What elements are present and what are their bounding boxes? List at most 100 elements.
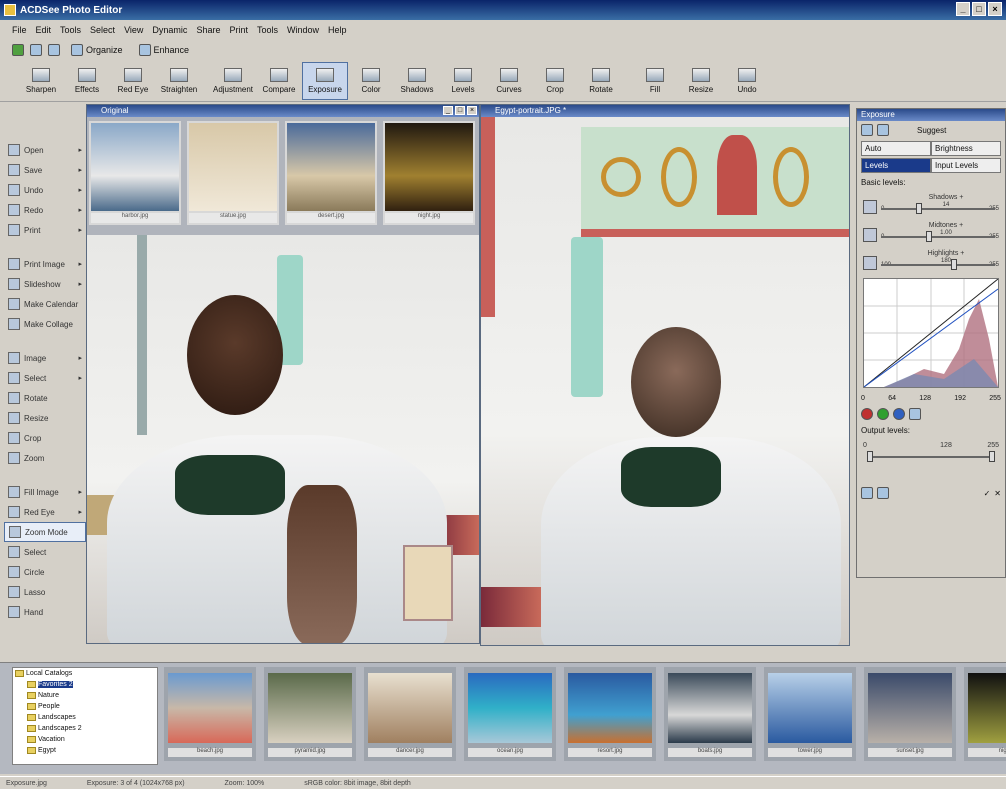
toolbar-adjustment-button[interactable]: Adjustment	[210, 62, 256, 100]
tool-red-eye[interactable]: Red Eye ▸	[4, 502, 86, 522]
menu-print[interactable]: Print	[229, 25, 248, 35]
output-knob-right[interactable]	[989, 451, 995, 462]
help-icon[interactable]	[877, 487, 889, 499]
tool-image[interactable]: Image ▸	[4, 348, 86, 368]
bottom-thumbnail[interactable]: beach.jpg	[164, 667, 256, 761]
original-maximize-button[interactable]: □	[455, 106, 465, 115]
bottom-thumbnail[interactable]: pyramid.jpg	[264, 667, 356, 761]
apply-icon[interactable]: ✓	[984, 489, 991, 498]
original-minimize-button[interactable]: _	[443, 106, 453, 115]
tree-item-favorites-2[interactable]: Favorites 2	[13, 679, 157, 690]
tool-circle[interactable]: Circle	[4, 562, 86, 582]
mode-levels-tab[interactable]: Levels	[861, 158, 931, 173]
slider-knob[interactable]	[951, 259, 957, 270]
chevron-right-icon[interactable]: ▸	[78, 206, 82, 214]
chevron-right-icon[interactable]: ▸	[78, 146, 82, 154]
chevron-right-icon[interactable]: ▸	[78, 354, 82, 362]
edited-image-window[interactable]: Egypt-portrait.JPG *	[480, 104, 850, 646]
reset-icon[interactable]	[861, 487, 873, 499]
bottom-thumbnail[interactable]: resort.jpg	[564, 667, 656, 761]
slider-icon[interactable]	[863, 200, 877, 214]
save-icon[interactable]	[48, 44, 60, 56]
toolbar-rotate-button[interactable]: Rotate	[578, 62, 624, 100]
suggest-button[interactable]: Suggest	[917, 126, 946, 135]
tool-make-collage[interactable]: Make Collage	[4, 314, 86, 334]
film-thumbnail[interactable]: harbor.jpg	[89, 121, 181, 225]
toolbar-levels-button[interactable]: Levels	[440, 62, 486, 100]
toolbar-shadows-button[interactable]: Shadows	[394, 62, 440, 100]
bottom-thumbnail[interactable]: ocean.jpg	[464, 667, 556, 761]
tool-select[interactable]: Select ▸	[4, 368, 86, 388]
toolbar-compare-button[interactable]: Compare	[256, 62, 302, 100]
menu-file[interactable]: File	[12, 25, 27, 35]
tool-print-image[interactable]: Print Image ▸	[4, 254, 86, 274]
toolbar-resize-button[interactable]: Resize	[678, 62, 724, 100]
tree-item-egypt[interactable]: Egypt	[13, 745, 157, 756]
slider-knob[interactable]	[926, 231, 932, 242]
tool-print[interactable]: Print ▸	[4, 220, 86, 240]
open-icon[interactable]	[30, 44, 42, 56]
toolbar-fill-button[interactable]: Fill	[632, 62, 678, 100]
slider-knob[interactable]	[916, 203, 922, 214]
tool-zoom-mode[interactable]: Zoom Mode	[4, 522, 86, 542]
menu-edit[interactable]: Edit	[36, 25, 52, 35]
zoom-in-icon[interactable]	[861, 124, 873, 136]
tool-crop[interactable]: Crop	[4, 428, 86, 448]
minimize-button[interactable]: _	[956, 2, 970, 16]
curves-graph[interactable]	[863, 278, 999, 388]
slider-icon[interactable]	[863, 228, 877, 242]
exposure-slider-highlights[interactable]: Highlights +100180255	[863, 250, 999, 274]
tool-rotate[interactable]: Rotate	[4, 388, 86, 408]
chevron-right-icon[interactable]: ▸	[78, 374, 82, 382]
chevron-right-icon[interactable]: ▸	[78, 166, 82, 174]
bottom-thumbnail[interactable]: boats.jpg	[664, 667, 756, 761]
film-thumbnail[interactable]: desert.jpg	[285, 121, 377, 225]
green-channel-icon[interactable]	[877, 408, 889, 420]
menu-tools[interactable]: Tools	[60, 25, 81, 35]
mode-levels-value[interactable]: Input Levels	[931, 158, 1001, 173]
maximize-button[interactable]: □	[972, 2, 986, 16]
menu-view[interactable]: View	[124, 25, 143, 35]
bottom-thumbnail[interactable]: tower.jpg	[764, 667, 856, 761]
enhance-button[interactable]: Enhance	[134, 42, 195, 58]
zoom-out-icon[interactable]	[877, 124, 889, 136]
toolbar-undo-button[interactable]: Undo	[724, 62, 770, 100]
bottom-thumbnail[interactable]: night.jpg	[964, 667, 1006, 761]
toolbar-curves-button[interactable]: Curves	[486, 62, 532, 100]
output-knob-left[interactable]	[867, 451, 873, 462]
toolbar-exposure-button[interactable]: Exposure	[302, 62, 348, 100]
tool-zoom[interactable]: Zoom	[4, 448, 86, 468]
tool-redo[interactable]: Redo ▸	[4, 200, 86, 220]
film-thumbnail[interactable]: statue.jpg	[187, 121, 279, 225]
tree-item-nature[interactable]: Nature	[13, 690, 157, 701]
organize-button[interactable]: Organize	[66, 42, 128, 58]
toolbar-red-eye-button[interactable]: Red Eye	[110, 62, 156, 100]
tool-slideshow[interactable]: Slideshow ▸	[4, 274, 86, 294]
mode-auto-tab[interactable]: Auto	[861, 141, 931, 156]
chevron-right-icon[interactable]: ▸	[78, 508, 82, 516]
chevron-right-icon[interactable]: ▸	[78, 280, 82, 288]
bottom-thumbnail[interactable]: dancer.jpg	[364, 667, 456, 761]
toolbar-straighten-button[interactable]: Straighten	[156, 62, 202, 100]
tree-item-vacation[interactable]: Vacation	[13, 734, 157, 745]
toolbar-effects-button[interactable]: Effects	[64, 62, 110, 100]
luminance-channel-icon[interactable]	[909, 408, 921, 420]
blue-channel-icon[interactable]	[893, 408, 905, 420]
tool-open[interactable]: Open ▸	[4, 140, 86, 160]
tool-lasso[interactable]: Lasso	[4, 582, 86, 602]
toolbar-color-button[interactable]: Color	[348, 62, 394, 100]
menu-dynamic[interactable]: Dynamic	[152, 25, 187, 35]
original-close-button[interactable]: ×	[467, 106, 477, 115]
toolbar-crop-button[interactable]: Crop	[532, 62, 578, 100]
red-channel-icon[interactable]	[861, 408, 873, 420]
exposure-slider-midtones[interactable]: Midtones +01.00255	[863, 222, 999, 246]
chevron-right-icon[interactable]: ▸	[78, 260, 82, 268]
tool-undo[interactable]: Undo ▸	[4, 180, 86, 200]
menu-select[interactable]: Select	[90, 25, 115, 35]
toolbar-sharpen-button[interactable]: Sharpen	[18, 62, 64, 100]
tool-make-calendar[interactable]: Make Calendar	[4, 294, 86, 314]
tool-resize[interactable]: Resize	[4, 408, 86, 428]
go-icon[interactable]	[12, 44, 24, 56]
menu-tools-2[interactable]: Tools	[257, 25, 278, 35]
tree-item-landscapes[interactable]: Landscapes	[13, 712, 157, 723]
